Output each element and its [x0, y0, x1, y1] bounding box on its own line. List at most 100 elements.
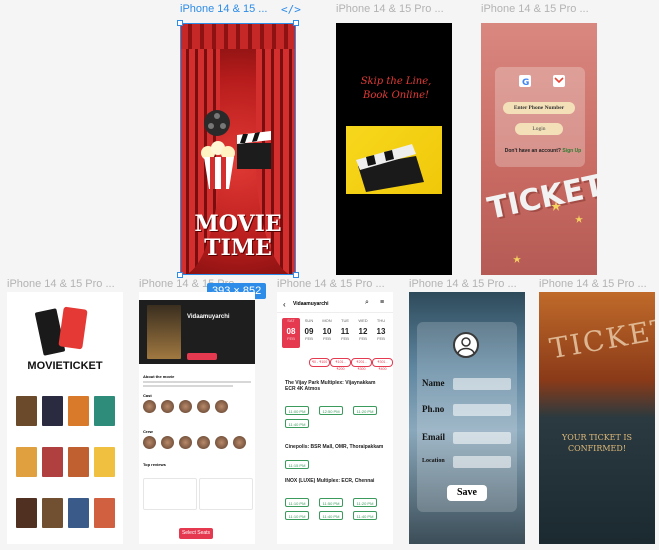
- movie-poster[interactable]: [16, 498, 37, 528]
- date-month: FEB: [377, 336, 385, 341]
- showtime-slot[interactable]: 11:00 PM: [285, 406, 309, 415]
- save-button[interactable]: Save: [447, 485, 487, 501]
- crew-avatar[interactable]: [233, 436, 246, 449]
- showtime-slot[interactable]: 11:40 PM: [319, 511, 343, 520]
- frame-registration[interactable]: Name Ph.no Email Location Save: [409, 292, 525, 544]
- showtime-slot[interactable]: 11:40 PM: [285, 419, 309, 428]
- location-field[interactable]: [453, 456, 511, 468]
- date-option[interactable]: WED 12 FEB: [354, 318, 372, 348]
- theatre-name[interactable]: The Vijay Park Multiplex: Vijaynakkam EC…: [285, 380, 385, 392]
- frame-movie-time[interactable]: MOVIE TIME: [180, 23, 296, 275]
- review-card[interactable]: [143, 478, 197, 510]
- price-filter-chip[interactable]: ₹201 - ₹300: [351, 358, 372, 371]
- movie-poster[interactable]: [16, 447, 37, 477]
- signup-link[interactable]: Sign Up: [562, 148, 581, 154]
- showtime-slot[interactable]: 11:20 PM: [353, 498, 377, 507]
- frame-label-4[interactable]: iPhone 14 & 15 Pro ...: [7, 278, 115, 290]
- date-day: WED: [358, 318, 368, 323]
- crew-avatar[interactable]: [215, 436, 228, 449]
- showtime-slot[interactable]: 11:10 PM: [285, 498, 309, 507]
- menu-icon[interactable]: ≡: [380, 299, 384, 306]
- showtime-slot[interactable]: 11:20 PM: [353, 406, 377, 415]
- date-option[interactable]: SUN 09 FEB: [300, 318, 318, 348]
- frame-skip-the-line[interactable]: Skip the Line, Book Online!: [336, 23, 452, 275]
- showtimes-header: ‹ Vidaamuyarchi ⌕ ≡: [277, 298, 393, 313]
- login-button[interactable]: Login: [515, 123, 563, 135]
- resize-handle-bl[interactable]: [177, 272, 183, 278]
- date-option[interactable]: TUE 11 FEB: [336, 318, 354, 348]
- code-icon[interactable]: </>: [281, 3, 301, 16]
- theatre-name[interactable]: Cinepolis: BSR Mall, OMR, Thoraipakkam: [285, 444, 385, 450]
- movie-poster[interactable]: [94, 498, 115, 528]
- cast-avatar[interactable]: [215, 400, 228, 413]
- star-icon: [575, 215, 583, 223]
- date-number: 08: [286, 327, 296, 336]
- select-seats-button[interactable]: Select Seats: [179, 528, 213, 539]
- google-icon[interactable]: G: [519, 75, 531, 87]
- movie-poster[interactable]: [68, 447, 89, 477]
- frame-movieticket-home[interactable]: MOVIETICKET: [7, 292, 123, 544]
- back-arrow-icon[interactable]: ‹: [283, 300, 286, 309]
- crew-avatar[interactable]: [161, 436, 174, 449]
- frame-confirmation[interactable]: TICKET YOUR TICKET IS CONFIRMED!: [539, 292, 655, 544]
- phone-number-field[interactable]: Enter Phone Number: [503, 102, 575, 114]
- resize-handle-tr[interactable]: [293, 20, 299, 26]
- date-option[interactable]: MON 10 FEB: [318, 318, 336, 348]
- crew-avatar[interactable]: [197, 436, 210, 449]
- cast-avatar[interactable]: [197, 400, 210, 413]
- date-number: 11: [340, 327, 350, 336]
- resize-handle-br[interactable]: [293, 272, 299, 278]
- cast-avatar[interactable]: [179, 400, 192, 413]
- film-reel-icon: [204, 110, 230, 136]
- movie-poster[interactable]: [68, 396, 89, 426]
- date-number: 12: [358, 327, 368, 336]
- search-icon[interactable]: ⌕: [365, 299, 369, 307]
- frame-login[interactable]: G Enter Phone Number Login Don't have an…: [481, 23, 597, 275]
- cast-avatar[interactable]: [143, 400, 156, 413]
- tagline: Skip the Line, Book Online!: [346, 75, 446, 103]
- movie-poster[interactable]: [94, 447, 115, 477]
- price-filter-chip[interactable]: ₹101 - ₹200: [330, 358, 351, 371]
- frame-label-6[interactable]: iPhone 14 & 15 Pro ...: [277, 278, 385, 290]
- crew-avatar[interactable]: [143, 436, 156, 449]
- cast-avatar[interactable]: [161, 400, 174, 413]
- date-option[interactable]: THU 13 FEB: [372, 318, 390, 348]
- frame-movie-details[interactable]: Vidaamuyarchi About the movie Cast Crew …: [139, 292, 255, 544]
- name-field[interactable]: [453, 378, 511, 390]
- showtime-slot[interactable]: 11:10 PM: [285, 511, 309, 520]
- review-card[interactable]: [199, 478, 253, 510]
- frame-label-8[interactable]: iPhone 14 & 15 Pro ...: [539, 278, 647, 290]
- showtime-slot[interactable]: 12:50 PM: [319, 406, 343, 415]
- book-tickets-button[interactable]: [187, 353, 217, 360]
- frame-label-7[interactable]: iPhone 14 & 15 Pro ...: [409, 278, 517, 290]
- date-option[interactable]: SAT 08 FEB: [282, 318, 300, 348]
- movie-poster[interactable]: [42, 498, 63, 528]
- phone-field[interactable]: [453, 404, 511, 416]
- ticket-background-word: TICKET: [547, 311, 655, 366]
- showtime-slot[interactable]: 11:50 PM: [319, 498, 343, 507]
- price-filter-chip[interactable]: ₹0 - ₹100: [309, 358, 330, 367]
- movie-poster[interactable]: [94, 396, 115, 426]
- frame-showtimes[interactable]: ‹ Vidaamuyarchi ⌕ ≡ SAT 08 FEB SUN 09 FEB MON 1…: [277, 292, 393, 544]
- clapperboard-photo: [346, 126, 442, 194]
- frame-label-1[interactable]: iPhone 14 & 15 ...: [180, 3, 267, 15]
- about-heading: About the movie: [143, 374, 175, 379]
- crew-avatar[interactable]: [179, 436, 192, 449]
- resize-handle-tl[interactable]: [177, 20, 183, 26]
- theatre-name[interactable]: INOX (LUXE) Multiplex: ECR, Chennai: [285, 478, 385, 484]
- frame-label-2[interactable]: iPhone 14 & 15 Pro ...: [336, 3, 444, 15]
- movie-poster[interactable]: [68, 498, 89, 528]
- movie-poster[interactable]: [16, 396, 37, 426]
- gmail-icon[interactable]: [553, 75, 565, 87]
- showtime-slot[interactable]: 11:15 PM: [285, 460, 309, 469]
- price-filter-chip[interactable]: ₹301 - ₹400: [372, 358, 393, 371]
- movie-poster[interactable]: [42, 447, 63, 477]
- date-day: MON: [322, 318, 332, 323]
- tagline-line2: Book Online!: [362, 90, 430, 101]
- email-field[interactable]: [453, 432, 511, 444]
- frame-label-3[interactable]: iPhone 14 & 15 Pro ...: [481, 3, 589, 15]
- showtime-slot[interactable]: 11:40 PM: [353, 511, 377, 520]
- movie-poster[interactable]: [42, 396, 63, 426]
- user-avatar-icon[interactable]: [453, 332, 479, 358]
- movie-hero: Vidaamuyarchi: [139, 300, 255, 364]
